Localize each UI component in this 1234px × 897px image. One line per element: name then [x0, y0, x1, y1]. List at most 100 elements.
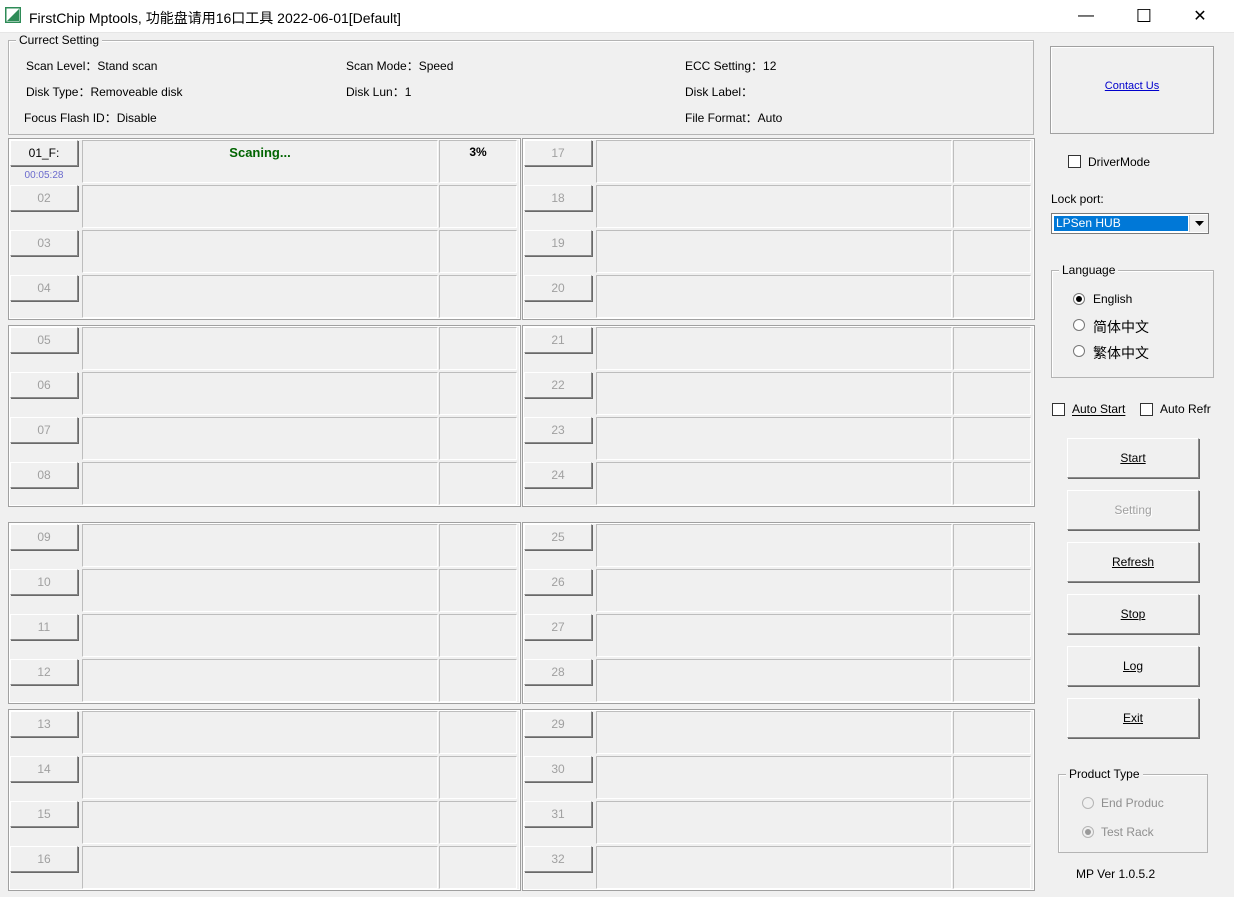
log-button[interactable]: Log: [1067, 646, 1199, 686]
port-button[interactable]: 31: [524, 801, 592, 827]
port-status-cell: [82, 846, 438, 889]
port-status-cell: [82, 756, 438, 799]
port-button[interactable]: 14: [10, 756, 78, 782]
setting-button[interactable]: Setting: [1067, 490, 1199, 530]
port-button[interactable]: 06: [10, 372, 78, 398]
port-percent-cell: [439, 230, 517, 273]
port-button[interactable]: 26: [524, 569, 592, 595]
port-button[interactable]: 32: [524, 846, 592, 872]
auto-start-checkbox[interactable]: [1052, 403, 1065, 416]
port-row: 04: [8, 274, 519, 319]
port-button[interactable]: 18: [524, 185, 592, 211]
port-percent-cell: [439, 756, 517, 799]
port-button[interactable]: 13: [10, 711, 78, 737]
port-button[interactable]: 16: [10, 846, 78, 872]
port-status-cell: [596, 417, 952, 460]
lock-port-value: LPSen HUB: [1054, 216, 1188, 231]
driver-mode-checkbox[interactable]: [1068, 155, 1081, 168]
port-status-cell: [596, 185, 952, 228]
port-row: 15: [8, 800, 519, 845]
port-percent-cell: [953, 140, 1031, 183]
port-button[interactable]: 01_F:: [10, 140, 78, 166]
auto-start-label: Auto Start: [1072, 402, 1126, 416]
port-button[interactable]: 27: [524, 614, 592, 640]
port-button[interactable]: 10: [10, 569, 78, 595]
current-setting-legend: Currect Setting: [16, 33, 103, 47]
port-percent-cell: [953, 462, 1031, 505]
port-button[interactable]: 05: [10, 327, 78, 353]
port-status-cell: [82, 614, 438, 657]
port-status-cell: [596, 614, 952, 657]
port-percent-cell: [439, 372, 517, 415]
port-button[interactable]: 22: [524, 372, 592, 398]
port-row: 29: [522, 710, 1033, 755]
port-percent-cell: [953, 185, 1031, 228]
port-percent-cell: [439, 524, 517, 567]
port-row: 31: [522, 800, 1033, 845]
file-format-text: File Format：Auto: [685, 111, 783, 125]
focus-flash-id-text: Focus Flash ID：Disable: [24, 111, 157, 125]
contact-us-link[interactable]: Contact Us: [1051, 80, 1213, 92]
port-status-cell: [596, 846, 952, 889]
port-button[interactable]: 28: [524, 659, 592, 685]
port-row: 14: [8, 755, 519, 800]
scan-percent-text: 3%: [469, 145, 487, 159]
stop-button[interactable]: Stop: [1067, 594, 1199, 634]
port-percent-cell: [953, 659, 1031, 702]
port-button[interactable]: 08: [10, 462, 78, 488]
port-button[interactable]: 23: [524, 417, 592, 443]
language-english-label: English: [1093, 292, 1133, 306]
close-button[interactable]: ✕: [1174, 0, 1226, 32]
port-row: 17: [522, 139, 1033, 184]
product-testrack-radio[interactable]: [1082, 826, 1094, 838]
port-button[interactable]: 24: [524, 462, 592, 488]
auto-refresh-label: Auto Refr: [1160, 402, 1211, 416]
minimize-button[interactable]: —: [1060, 0, 1112, 32]
disk-lun-text: Disk Lun：1: [346, 85, 412, 99]
port-percent-cell: [439, 185, 517, 228]
port-percent-cell: [953, 230, 1031, 273]
language-english-radio[interactable]: [1073, 293, 1085, 305]
port-button[interactable]: 02: [10, 185, 78, 211]
port-button[interactable]: 25: [524, 524, 592, 550]
maximize-button[interactable]: ☐: [1118, 0, 1170, 32]
port-percent-cell: [953, 801, 1031, 844]
port-button[interactable]: 19: [524, 230, 592, 256]
port-button[interactable]: 03: [10, 230, 78, 256]
app-logo-icon: [5, 7, 21, 23]
port-percent-cell: 3%: [439, 140, 517, 183]
port-button[interactable]: 12: [10, 659, 78, 685]
port-status-cell: [82, 524, 438, 567]
close-icon: ✕: [1193, 8, 1207, 25]
port-button[interactable]: 11: [10, 614, 78, 640]
port-button[interactable]: 17: [524, 140, 592, 166]
exit-button[interactable]: Exit: [1067, 698, 1199, 738]
lock-port-select[interactable]: LPSen HUB: [1051, 213, 1209, 234]
port-percent-cell: [439, 801, 517, 844]
port-percent-cell: [953, 275, 1031, 318]
port-percent-cell: [953, 569, 1031, 612]
port-button[interactable]: 30: [524, 756, 592, 782]
port-button[interactable]: 29: [524, 711, 592, 737]
scanning-status-text: Scaning...: [229, 145, 291, 160]
dropdown-button[interactable]: [1189, 215, 1208, 232]
language-simplified-radio[interactable]: [1073, 319, 1085, 331]
port-button[interactable]: 09: [10, 524, 78, 550]
language-traditional-radio[interactable]: [1073, 345, 1085, 357]
product-end-radio[interactable]: [1082, 797, 1094, 809]
port-button[interactable]: 15: [10, 801, 78, 827]
port-row: 26: [522, 568, 1033, 613]
port-button[interactable]: 20: [524, 275, 592, 301]
port-row: 22: [522, 371, 1033, 416]
auto-refresh-checkbox[interactable]: [1140, 403, 1153, 416]
port-status-cell: [596, 569, 952, 612]
port-button[interactable]: 04: [10, 275, 78, 301]
port-button[interactable]: 21: [524, 327, 592, 353]
port-button[interactable]: 07: [10, 417, 78, 443]
port-status-cell: [596, 372, 952, 415]
product-end-label: End Produc: [1101, 796, 1164, 810]
port-row: 25: [522, 523, 1033, 568]
port-row: 24: [522, 461, 1033, 506]
refresh-button[interactable]: Refresh: [1067, 542, 1199, 582]
start-button[interactable]: Start: [1067, 438, 1199, 478]
